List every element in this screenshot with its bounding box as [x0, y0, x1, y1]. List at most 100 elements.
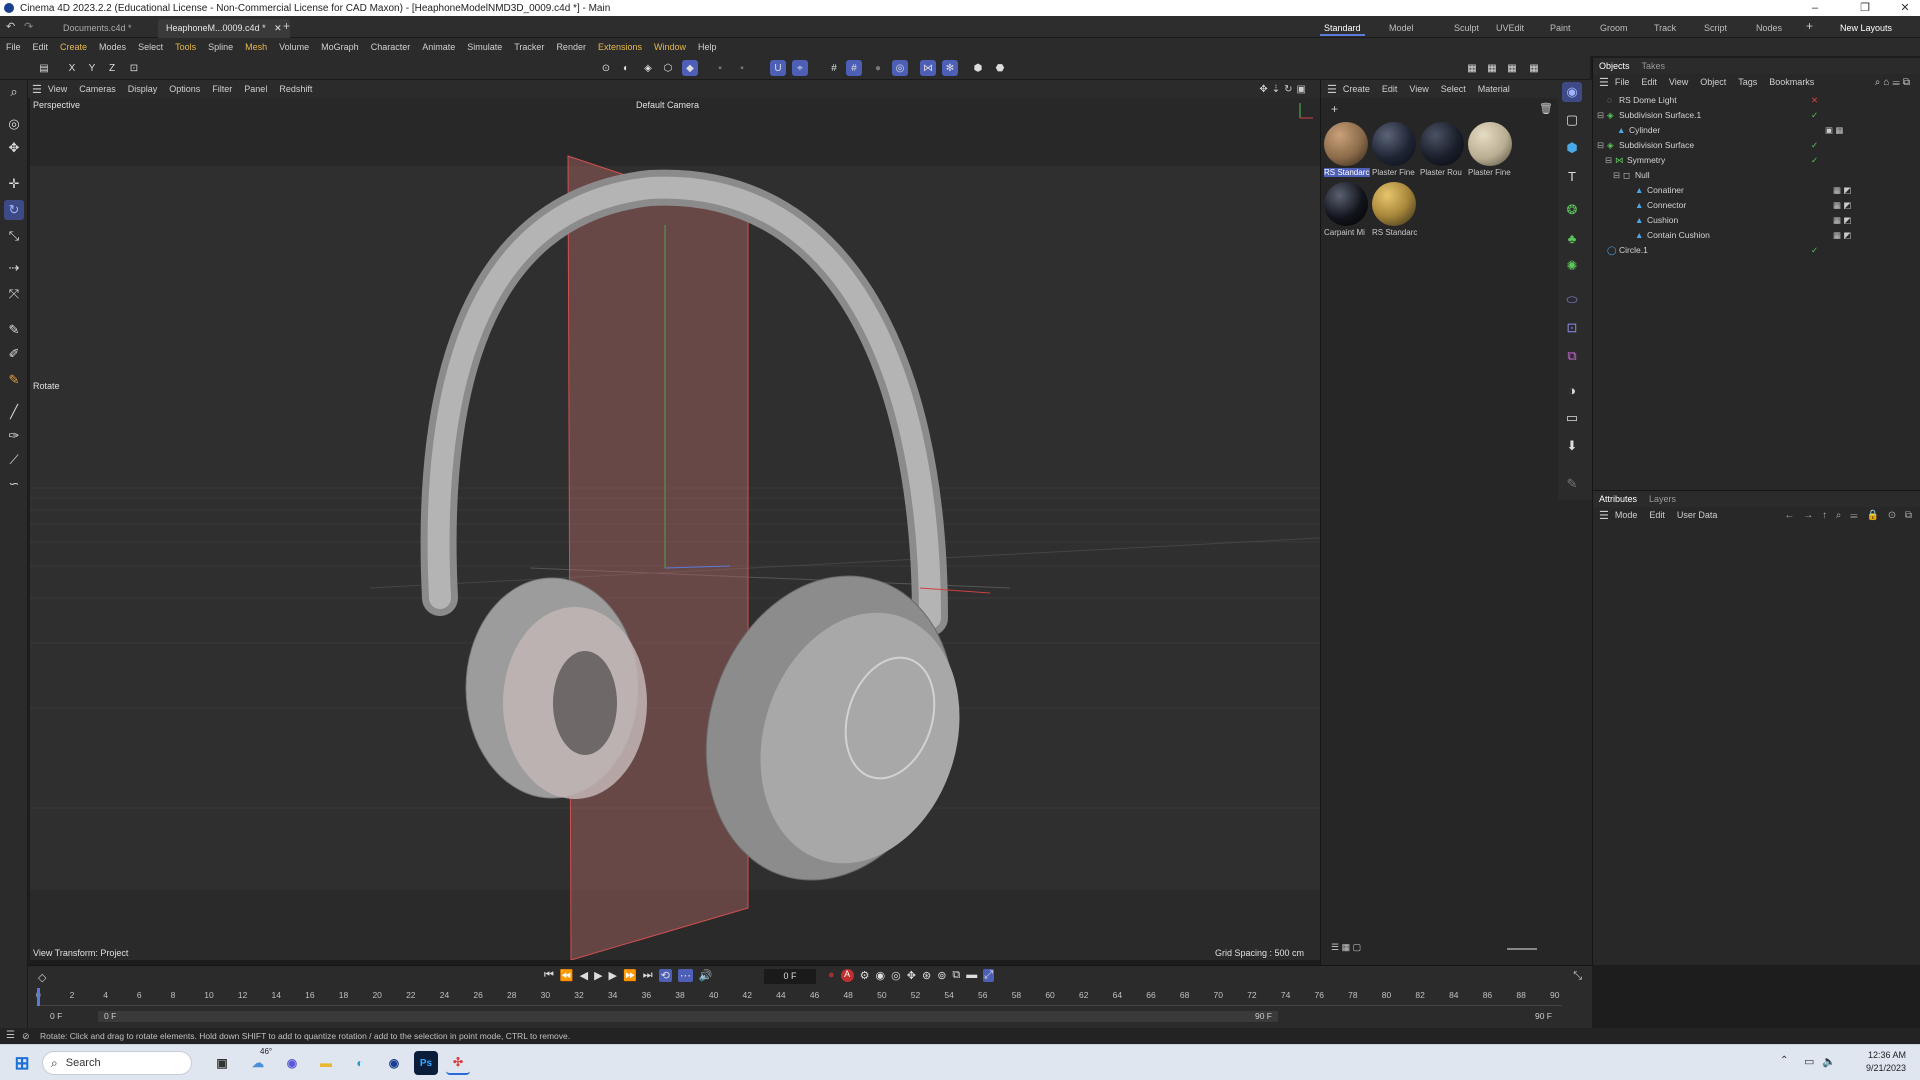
end-frame-field[interactable]: 90 F: [1512, 1010, 1552, 1023]
frame-ruler[interactable]: 0246810121416182022242628303234363840424…: [36, 988, 1562, 1006]
app-icon[interactable]: ✣: [446, 1051, 470, 1075]
keyframe-settings-icon[interactable]: ⚙: [860, 969, 870, 982]
snap-icon[interactable]: U: [770, 60, 786, 76]
object-mode-icon[interactable]: ◆: [682, 60, 698, 76]
attributes-menu-mode[interactable]: Mode: [1609, 506, 1644, 524]
object-row[interactable]: ⊟ ⋈ Symmetry ✓: [1593, 153, 1920, 168]
enabled-check-icon[interactable]: ✓: [1811, 243, 1818, 258]
menu-simulate[interactable]: Simulate: [461, 38, 508, 56]
display-icon[interactable]: ⬢: [970, 60, 986, 76]
start-frame-field[interactable]: 0 F: [50, 1010, 82, 1023]
expand-timeline-icon[interactable]: ⤡: [1573, 970, 1582, 983]
object-row[interactable]: ▲ Connector ▦ ◩: [1593, 198, 1920, 213]
clock[interactable]: 12:36 AM 9/21/2023: [1846, 1049, 1906, 1075]
environment-icon[interactable]: ◑: [1562, 380, 1582, 400]
new-tab-icon[interactable]: +: [283, 19, 290, 33]
layout-model[interactable]: Model: [1385, 20, 1418, 36]
axis-lock-icon[interactable]: ●: [870, 60, 886, 76]
previous-key-icon[interactable]: ⏪: [560, 969, 574, 982]
objects-menu-bookmarks[interactable]: Bookmarks: [1763, 73, 1820, 91]
attributes-menu-user-data[interactable]: User Data: [1671, 506, 1724, 524]
cinema4d-taskbar-icon[interactable]: ◉: [382, 1051, 406, 1075]
playhead[interactable]: [37, 988, 40, 1006]
menu-animate[interactable]: Animate: [416, 38, 461, 56]
enabled-check-icon[interactable]: ✓: [1811, 108, 1818, 123]
record-icon[interactable]: ●: [828, 969, 835, 982]
next-frame-icon[interactable]: ▶: [609, 969, 617, 982]
render-picture-viewer-icon[interactable]: ▦: [1484, 60, 1500, 76]
viewport-menu-view[interactable]: View: [42, 80, 73, 98]
view-name-label[interactable]: Perspective: [33, 100, 80, 110]
objects-hamburger-icon[interactable]: ☰: [1599, 76, 1609, 89]
previous-frame-icon[interactable]: ◀: [580, 969, 588, 982]
grid-icon[interactable]: #: [826, 60, 842, 76]
objects-menu-file[interactable]: File: [1609, 73, 1636, 91]
objects-menu-tags[interactable]: Tags: [1732, 73, 1763, 91]
3d-viewport[interactable]: Perspective Default Camera Rotate View T…: [30, 98, 1320, 960]
edges-mode-icon[interactable]: ◐: [618, 60, 634, 76]
menu-create[interactable]: Create: [54, 38, 93, 56]
menu-mograph[interactable]: MoGraph: [315, 38, 365, 56]
coordinate-system-icon[interactable]: ⊡: [126, 60, 142, 76]
redo-icon[interactable]: ↷: [24, 20, 33, 33]
go-to-end-icon[interactable]: ⏭: [643, 969, 653, 982]
attributes-menu-edit[interactable]: Edit: [1643, 506, 1671, 524]
menu-render[interactable]: Render: [550, 38, 592, 56]
object-row[interactable]: ▲ Contain Cushion ▦ ◩: [1593, 228, 1920, 243]
field-icon[interactable]: ⬭: [1562, 290, 1582, 310]
layout-track[interactable]: Track: [1650, 20, 1680, 36]
material-swatch[interactable]: RS Standarc: [1324, 122, 1370, 177]
viewport-menu-redshift[interactable]: Redshift: [273, 80, 318, 98]
status-menu-icon[interactable]: ☰: [6, 1028, 15, 1044]
interpolation-icon[interactable]: ⤢: [983, 969, 995, 982]
move-tool-icon[interactable]: ✛: [4, 174, 24, 194]
menu-spline[interactable]: Spline: [202, 38, 239, 56]
minimize-button[interactable]: –: [1800, 0, 1830, 16]
collapse-icon[interactable]: ⊟: [1605, 153, 1612, 168]
object-row[interactable]: ▲ Cylinder ▣ ▦: [1593, 123, 1920, 138]
tag-icon[interactable]: ▦ ◩: [1833, 198, 1851, 213]
current-frame-field[interactable]: 0 F: [764, 969, 816, 984]
layout-uvedit[interactable]: UVEdit: [1492, 20, 1528, 36]
material-menu-view[interactable]: View: [1403, 80, 1434, 98]
menu-tools[interactable]: Tools: [169, 38, 202, 56]
render-view-icon[interactable]: ▦: [1464, 60, 1480, 76]
disabled-x-icon[interactable]: ✕: [1811, 93, 1818, 108]
deformer-icon[interactable]: ✺: [1562, 256, 1582, 276]
material-hamburger-icon[interactable]: ☰: [1327, 83, 1337, 96]
mirror-icon[interactable]: ⋈: [920, 60, 936, 76]
material-swatch[interactable]: Plaster Fine: [1468, 122, 1514, 177]
solo-hierarchy-icon[interactable]: ▪: [734, 60, 750, 76]
viewport-menu-cameras[interactable]: Cameras: [73, 80, 122, 98]
object-row[interactable]: ▲ Conatiner ▦ ◩: [1593, 183, 1920, 198]
playback-rate-icon[interactable]: ⋯: [677, 969, 693, 982]
doc-tab-documents[interactable]: Documents.c4d *: [55, 19, 140, 38]
generator-icon[interactable]: ❂: [1562, 200, 1582, 220]
text-icon[interactable]: T: [1562, 166, 1582, 186]
objects-menu-object[interactable]: Object: [1694, 73, 1732, 91]
camera-object-icon[interactable]: ▭: [1562, 408, 1582, 428]
material-swatch[interactable]: RS Standarc: [1372, 182, 1418, 237]
material-swatch[interactable]: Plaster Rou: [1420, 122, 1466, 177]
key-point-icon[interactable]: ⧉: [952, 969, 960, 982]
pen-tool-icon[interactable]: ✎: [4, 320, 24, 340]
layout-script[interactable]: Script: [1700, 20, 1731, 36]
key-scale-icon[interactable]: ✥: [907, 969, 916, 982]
menu-window[interactable]: Window: [648, 38, 692, 56]
object-row[interactable]: ⊟ ◈ Subdivision Surface.1 ✓: [1593, 108, 1920, 123]
menu-edit[interactable]: Edit: [27, 38, 55, 56]
menu-modes[interactable]: Modes: [93, 38, 132, 56]
model-mode-icon[interactable]: ▤: [36, 60, 52, 76]
edit-tag-icon[interactable]: ✎: [1562, 474, 1582, 494]
close-tab-icon[interactable]: ✕: [274, 23, 282, 33]
axis-x-button[interactable]: X: [64, 60, 80, 76]
object-row[interactable]: ⊟ ◻ Null: [1593, 168, 1920, 183]
loop-icon[interactable]: ⟲: [658, 969, 672, 982]
viewport-menu-options[interactable]: Options: [163, 80, 206, 98]
add-layout-icon[interactable]: +: [1806, 19, 1813, 33]
points-mode-icon[interactable]: ⊙: [598, 60, 614, 76]
layout-sculpt[interactable]: Sculpt: [1450, 20, 1483, 36]
windows-start-icon[interactable]: ⊞: [10, 1051, 34, 1075]
material-menu-edit[interactable]: Edit: [1376, 80, 1404, 98]
spline-tool-icon[interactable]: ✐: [4, 344, 24, 364]
